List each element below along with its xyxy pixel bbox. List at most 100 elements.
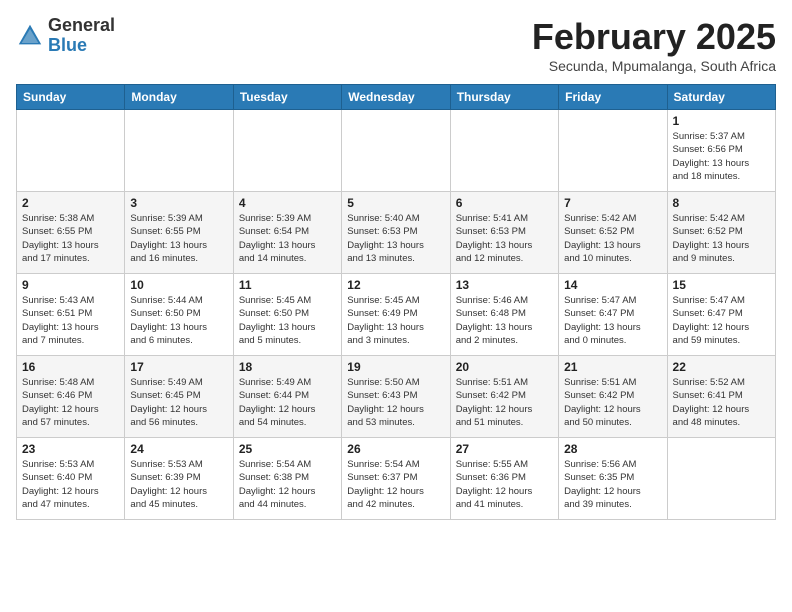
- day-info: Sunrise: 5:38 AM Sunset: 6:55 PM Dayligh…: [22, 212, 119, 265]
- calendar: SundayMondayTuesdayWednesdayThursdayFrid…: [16, 84, 776, 520]
- day-info: Sunrise: 5:44 AM Sunset: 6:50 PM Dayligh…: [130, 294, 227, 347]
- calendar-day: 12Sunrise: 5:45 AM Sunset: 6:49 PM Dayli…: [342, 274, 450, 356]
- day-number: 15: [673, 278, 770, 292]
- day-number: 17: [130, 360, 227, 374]
- day-number: 7: [564, 196, 661, 210]
- calendar-day: [125, 110, 233, 192]
- calendar-day: 7 Sunrise: 5:42 AM Sunset: 6:52 PM Daylig…: [559, 192, 667, 274]
- day-number: 18: [239, 360, 336, 374]
- calendar-day: 9 Sunrise: 5:43 AM Sunset: 6:51 PM Daylig…: [17, 274, 125, 356]
- logo-icon: [16, 22, 44, 50]
- calendar-week: 23 Sunrise: 5:53 AM Sunset: 6:40 PM Dayli…: [17, 438, 776, 520]
- day-number: 5: [347, 196, 444, 210]
- calendar-day: [450, 110, 558, 192]
- day-info: Sunrise: 5:39 AM Sunset: 6:55 PM Dayligh…: [130, 212, 227, 265]
- day-info: Sunrise: 5:51 AM Sunset: 6:42 PM Dayligh…: [456, 376, 553, 429]
- calendar-day: [233, 110, 341, 192]
- day-info: Sunrise: 5:51 AM Sunset: 6:42 PM Dayligh…: [564, 376, 661, 429]
- day-number: 27: [456, 442, 553, 456]
- day-number: 10: [130, 278, 227, 292]
- day-info: Sunrise: 5:37 AM Sunset: 6:56 PM Dayligh…: [673, 130, 770, 183]
- dow-header: Friday: [559, 85, 667, 110]
- title-block: February 2025 Secunda, Mpumalanga, South…: [532, 16, 776, 74]
- logo: General Blue: [16, 16, 115, 56]
- calendar-day: 22 Sunrise: 5:52 AM Sunset: 6:41 PM Dayli…: [667, 356, 775, 438]
- day-number: 20: [456, 360, 553, 374]
- day-info: Sunrise: 5:53 AM Sunset: 6:39 PM Dayligh…: [130, 458, 227, 511]
- day-info: Sunrise: 5:54 AM Sunset: 6:37 PM Dayligh…: [347, 458, 444, 511]
- page-header: General Blue February 2025 Secunda, Mpum…: [16, 16, 776, 74]
- calendar-day: 1 Sunrise: 5:37 AM Sunset: 6:56 PM Daylig…: [667, 110, 775, 192]
- calendar-day: 17 Sunrise: 5:49 AM Sunset: 6:45 PM Dayli…: [125, 356, 233, 438]
- day-number: 13: [456, 278, 553, 292]
- day-number: 12: [347, 278, 444, 292]
- day-info: Sunrise: 5:39 AM Sunset: 6:54 PM Dayligh…: [239, 212, 336, 265]
- calendar-day: 25 Sunrise: 5:54 AM Sunset: 6:38 PM Dayli…: [233, 438, 341, 520]
- calendar-week: 9 Sunrise: 5:43 AM Sunset: 6:51 PM Daylig…: [17, 274, 776, 356]
- calendar-day: 8 Sunrise: 5:42 AM Sunset: 6:52 PM Daylig…: [667, 192, 775, 274]
- day-number: 24: [130, 442, 227, 456]
- calendar-day: 4 Sunrise: 5:39 AM Sunset: 6:54 PM Daylig…: [233, 192, 341, 274]
- day-info: Sunrise: 5:46 AM Sunset: 6:48 PM Dayligh…: [456, 294, 553, 347]
- day-number: 26: [347, 442, 444, 456]
- day-info: Sunrise: 5:49 AM Sunset: 6:45 PM Dayligh…: [130, 376, 227, 429]
- calendar-day: 3 Sunrise: 5:39 AM Sunset: 6:55 PM Daylig…: [125, 192, 233, 274]
- calendar-day: 23 Sunrise: 5:53 AM Sunset: 6:40 PM Dayli…: [17, 438, 125, 520]
- day-info: Sunrise: 5:55 AM Sunset: 6:36 PM Dayligh…: [456, 458, 553, 511]
- day-number: 14: [564, 278, 661, 292]
- calendar-day: 16 Sunrise: 5:48 AM Sunset: 6:46 PM Dayli…: [17, 356, 125, 438]
- day-number: 8: [673, 196, 770, 210]
- calendar-day: 15 Sunrise: 5:47 AM Sunset: 6:47 PM Dayli…: [667, 274, 775, 356]
- day-number: 16: [22, 360, 119, 374]
- calendar-day: 11 Sunrise: 5:45 AM Sunset: 6:50 PM Dayli…: [233, 274, 341, 356]
- calendar-day: 26 Sunrise: 5:54 AM Sunset: 6:37 PM Dayli…: [342, 438, 450, 520]
- calendar-week: 1 Sunrise: 5:37 AM Sunset: 6:56 PM Daylig…: [17, 110, 776, 192]
- calendar-week: 16 Sunrise: 5:48 AM Sunset: 6:46 PM Dayli…: [17, 356, 776, 438]
- day-number: 4: [239, 196, 336, 210]
- dow-header: Sunday: [17, 85, 125, 110]
- day-number: 9: [22, 278, 119, 292]
- calendar-day: 19Sunrise: 5:50 AM Sunset: 6:43 PM Dayli…: [342, 356, 450, 438]
- day-info: Sunrise: 5:47 AM Sunset: 6:47 PM Dayligh…: [673, 294, 770, 347]
- calendar-day: 24 Sunrise: 5:53 AM Sunset: 6:39 PM Dayli…: [125, 438, 233, 520]
- day-info: Sunrise: 5:53 AM Sunset: 6:40 PM Dayligh…: [22, 458, 119, 511]
- dow-header: Saturday: [667, 85, 775, 110]
- calendar-day: [667, 438, 775, 520]
- calendar-day: 10 Sunrise: 5:44 AM Sunset: 6:50 PM Dayli…: [125, 274, 233, 356]
- calendar-day: 2 Sunrise: 5:38 AM Sunset: 6:55 PM Daylig…: [17, 192, 125, 274]
- day-info: Sunrise: 5:40 AM Sunset: 6:53 PM Dayligh…: [347, 212, 444, 265]
- day-info: Sunrise: 5:45 AM Sunset: 6:50 PM Dayligh…: [239, 294, 336, 347]
- calendar-day: 21 Sunrise: 5:51 AM Sunset: 6:42 PM Dayli…: [559, 356, 667, 438]
- calendar-day: 14 Sunrise: 5:47 AM Sunset: 6:47 PM Dayli…: [559, 274, 667, 356]
- dow-header: Thursday: [450, 85, 558, 110]
- location: Secunda, Mpumalanga, South Africa: [532, 58, 776, 74]
- logo-text: General Blue: [48, 16, 115, 56]
- calendar-day: 5 Sunrise: 5:40 AM Sunset: 6:53 PM Daylig…: [342, 192, 450, 274]
- dow-header: Monday: [125, 85, 233, 110]
- day-info: Sunrise: 5:47 AM Sunset: 6:47 PM Dayligh…: [564, 294, 661, 347]
- day-number: 2: [22, 196, 119, 210]
- day-number: 22: [673, 360, 770, 374]
- day-info: Sunrise: 5:42 AM Sunset: 6:52 PM Dayligh…: [564, 212, 661, 265]
- day-info: Sunrise: 5:54 AM Sunset: 6:38 PM Dayligh…: [239, 458, 336, 511]
- day-info: Sunrise: 5:42 AM Sunset: 6:52 PM Dayligh…: [673, 212, 770, 265]
- calendar-day: [17, 110, 125, 192]
- day-info: Sunrise: 5:50 AM Sunset: 6:43 PM Dayligh…: [347, 376, 444, 429]
- day-info: Sunrise: 5:56 AM Sunset: 6:35 PM Dayligh…: [564, 458, 661, 511]
- day-number: 1: [673, 114, 770, 128]
- day-number: 25: [239, 442, 336, 456]
- days-of-week-row: SundayMondayTuesdayWednesdayThursdayFrid…: [17, 85, 776, 110]
- day-number: 21: [564, 360, 661, 374]
- calendar-day: 13 Sunrise: 5:46 AM Sunset: 6:48 PM Dayli…: [450, 274, 558, 356]
- day-info: Sunrise: 5:48 AM Sunset: 6:46 PM Dayligh…: [22, 376, 119, 429]
- calendar-day: [559, 110, 667, 192]
- month-title: February 2025: [532, 16, 776, 58]
- day-info: Sunrise: 5:43 AM Sunset: 6:51 PM Dayligh…: [22, 294, 119, 347]
- day-info: Sunrise: 5:52 AM Sunset: 6:41 PM Dayligh…: [673, 376, 770, 429]
- calendar-day: [342, 110, 450, 192]
- day-number: 11: [239, 278, 336, 292]
- calendar-week: 2 Sunrise: 5:38 AM Sunset: 6:55 PM Daylig…: [17, 192, 776, 274]
- day-number: 28: [564, 442, 661, 456]
- day-number: 23: [22, 442, 119, 456]
- day-number: 3: [130, 196, 227, 210]
